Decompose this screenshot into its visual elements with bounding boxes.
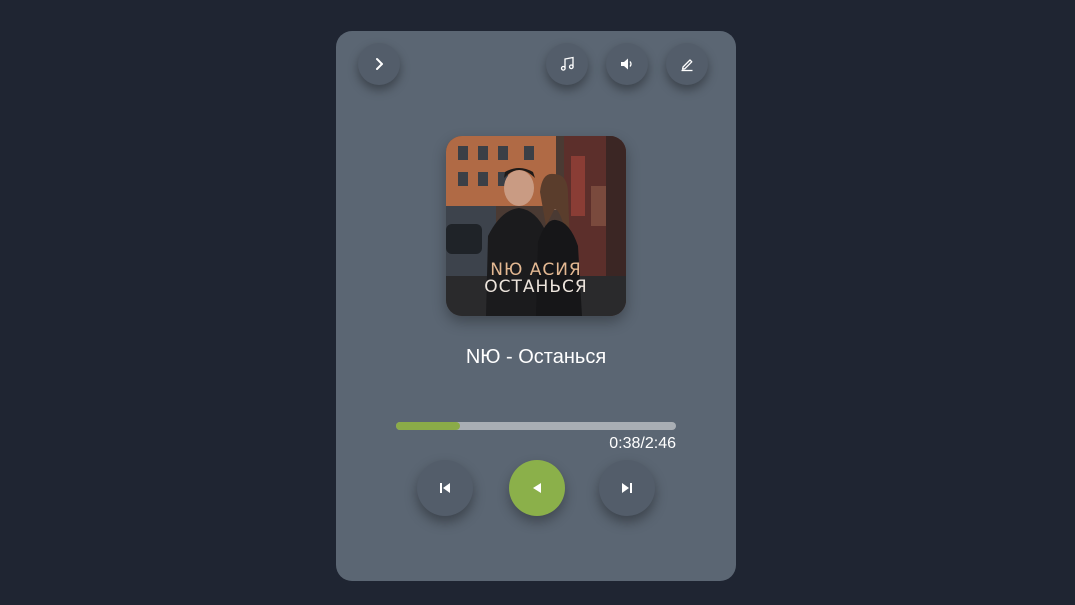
music-note-icon <box>560 56 574 71</box>
album-cover: NЮ АСИЯ ОСТАНЬСЯ <box>446 136 626 316</box>
play-icon <box>533 483 541 493</box>
chevron-right-icon <box>376 58 383 70</box>
previous-track-button[interactable] <box>417 460 473 516</box>
music-player-card: NЮ АСИЯ ОСТАНЬСЯ NЮ - Останься 0:38/2:46 <box>336 31 736 581</box>
next-track-button[interactable] <box>599 460 655 516</box>
volume-icon <box>621 58 632 70</box>
playlist-button[interactable] <box>546 43 588 85</box>
progress-bar[interactable] <box>396 422 676 430</box>
skip-next-icon <box>622 483 632 493</box>
time-readout: 0:38/2:46 <box>609 435 676 452</box>
cover-title-text: ОСТАНЬСЯ <box>484 277 588 297</box>
edit-button[interactable] <box>666 43 708 85</box>
play-button[interactable] <box>509 460 565 516</box>
volume-button[interactable] <box>606 43 648 85</box>
edit-pencil-icon <box>681 59 693 72</box>
skip-previous-icon <box>440 483 450 493</box>
progress-bar-fill <box>396 422 461 430</box>
track-title: NЮ - Останься <box>465 346 607 368</box>
expand-button[interactable] <box>358 43 400 85</box>
